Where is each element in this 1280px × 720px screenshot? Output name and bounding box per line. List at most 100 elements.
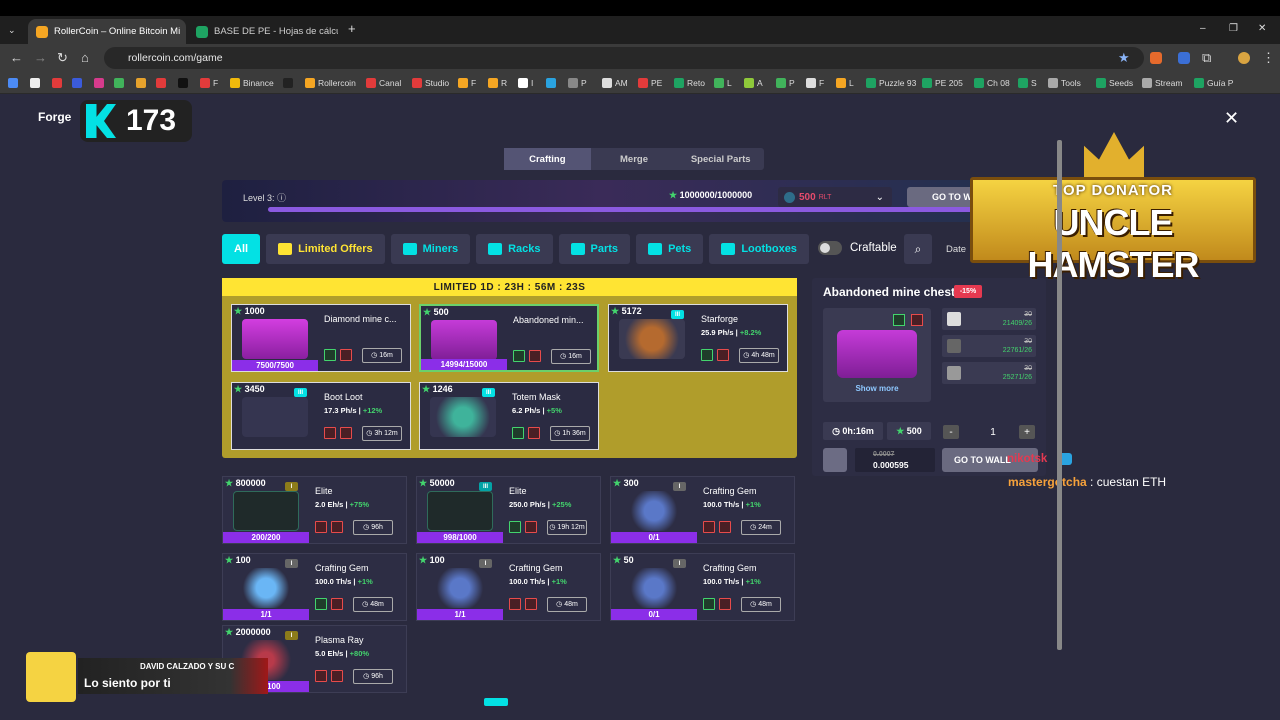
tier-badge: III xyxy=(671,310,684,319)
bookmark-item[interactable] xyxy=(156,76,169,90)
tab-sheets[interactable]: BASE DE PE - Hojas de cálculo ✕ xyxy=(188,19,338,44)
limited-card[interactable]: ★ 1000 7500/7500 Diamond mine c... ◷ 16m xyxy=(231,304,411,372)
bookmark-item[interactable]: Reto xyxy=(674,76,705,90)
bookmark-item[interactable] xyxy=(136,76,149,90)
quantity-input[interactable]: 1 xyxy=(963,424,1023,440)
bookmark-item[interactable]: A xyxy=(744,76,763,90)
close-icon[interactable]: ✕ xyxy=(1224,108,1239,129)
rlt-selector[interactable]: 500 RLT ⌄ xyxy=(778,187,892,207)
home-icon[interactable]: ⌂ xyxy=(81,51,89,65)
bookmark-item[interactable] xyxy=(8,76,21,90)
url-field[interactable]: rollercoin.com/game xyxy=(104,47,1144,69)
filter-all[interactable]: All xyxy=(222,234,261,264)
item-card[interactable]: I ★ 100 1/1 Crafting Gem 100.0 Th/s | +1… xyxy=(222,553,407,621)
bookmark-folder[interactable]: Tools xyxy=(1048,76,1081,90)
tab-rollercoin[interactable]: RollerCoin – Online Bitcoin Mi ✕ xyxy=(28,19,186,44)
bookmark-item[interactable]: PE xyxy=(638,76,662,90)
bookmark-item[interactable] xyxy=(30,76,43,90)
item-card[interactable]: I ★ 50 0/1 Crafting Gem 100.0 Th/s | +1%… xyxy=(610,553,795,621)
required-part: 30 22761/26 xyxy=(942,335,1036,357)
increase-button[interactable]: + xyxy=(1019,425,1035,439)
show-more-link[interactable]: Show more xyxy=(823,384,931,393)
back-icon[interactable]: ← xyxy=(10,51,23,65)
bookmark-item[interactable] xyxy=(114,76,127,90)
bookmark-item[interactable]: Binance xyxy=(230,76,274,90)
menu-dots-icon[interactable]: ⋮ xyxy=(1262,51,1275,65)
extensions-puzzle-icon[interactable]: ⧉ xyxy=(1202,51,1211,65)
window-close-icon[interactable]: ✕ xyxy=(1258,22,1266,36)
craftable-toggle[interactable]: Craftable xyxy=(818,241,897,255)
bookmark-item[interactable]: R xyxy=(488,76,507,90)
toggle-switch[interactable] xyxy=(818,241,842,255)
filter-racks[interactable]: Racks xyxy=(476,234,553,264)
bookmark-folder[interactable]: Stream xyxy=(1142,76,1182,90)
bookmark-item[interactable]: L xyxy=(836,76,854,90)
clock-icon: ◷ xyxy=(549,524,556,531)
bookmark-item[interactable]: Ch 08 xyxy=(974,76,1010,90)
item-card[interactable]: I ★ 800000 200/200 Elite 2.0 Eh/s | +75%… xyxy=(222,476,407,544)
bookmark-item[interactable]: F xyxy=(806,76,824,90)
bookmark-item[interactable]: I xyxy=(518,76,533,90)
item-card[interactable]: I ★ 100 1/1 Crafting Gem 100.0 Th/s | +1… xyxy=(416,553,601,621)
bookmark-star-icon[interactable]: ★ xyxy=(1118,51,1130,65)
tier-badge: I xyxy=(673,559,686,568)
rack-icon xyxy=(513,350,525,362)
profile-avatar[interactable] xyxy=(1238,52,1250,64)
tab-crafting[interactable]: Crafting xyxy=(504,148,591,170)
limited-card-selected[interactable]: ★ 500 14994/15000 Abandoned min... ◷ 16m xyxy=(419,304,599,372)
extension-icon[interactable] xyxy=(1150,52,1162,64)
bookmark-item[interactable]: L xyxy=(714,76,732,90)
filter-pets[interactable]: Pets xyxy=(636,234,704,264)
info-icon[interactable]: ⓘ xyxy=(277,193,286,203)
clock-icon: ◷ xyxy=(560,353,567,360)
bookmark-item[interactable]: Studio xyxy=(412,76,449,90)
bookmark-item[interactable]: Seeds xyxy=(1096,76,1133,90)
reload-icon[interactable]: ↻ xyxy=(57,51,68,65)
bookmark-item[interactable]: F xyxy=(200,76,218,90)
bookmark-item[interactable]: Guía P xyxy=(1194,76,1233,90)
extension-icon[interactable] xyxy=(1178,52,1190,64)
bookmark-item[interactable] xyxy=(94,76,107,90)
item-card[interactable]: III ★ 50000 998/1000 Elite 250.0 Ph/s | … xyxy=(416,476,601,544)
craft-time: ◷ 96h xyxy=(353,669,393,684)
restore-icon[interactable]: ❐ xyxy=(1229,22,1238,36)
filter-limited-offers[interactable]: Limited Offers xyxy=(266,234,385,264)
bookmark-item[interactable] xyxy=(52,76,65,90)
filter-miners[interactable]: Miners xyxy=(390,234,471,264)
limited-card[interactable]: III ★ 3450 Boot Loot 17.3 Ph/s | +12% ◷ 3… xyxy=(231,382,411,450)
bookmark-item[interactable] xyxy=(178,76,191,90)
tab-special-parts[interactable]: Special Parts xyxy=(677,148,764,170)
minimize-icon[interactable]: – xyxy=(1200,22,1206,36)
sort-date-button[interactable]: Date xyxy=(946,234,970,264)
decrease-button[interactable]: - xyxy=(943,425,959,439)
limited-card[interactable]: III ★ 5172 Starforge 25.9 Ph/s | +8.2% ◷… xyxy=(608,304,788,372)
bookmark-item[interactable]: Puzzle 93 xyxy=(866,76,916,90)
bookmark-item[interactable]: Canal xyxy=(366,76,401,90)
bookmark-item[interactable] xyxy=(283,76,296,90)
close-tab-icon[interactable]: ✕ xyxy=(180,25,186,38)
card-icons xyxy=(703,598,731,610)
bookmark-item[interactable]: F xyxy=(458,76,476,90)
filter-lootboxes[interactable]: Lootboxes xyxy=(709,234,809,264)
bookmark-item[interactable]: Rollercoin xyxy=(305,76,356,90)
bookmark-item[interactable]: P xyxy=(568,76,587,90)
bookmark-item[interactable]: PE 205 xyxy=(922,76,963,90)
bookmark-item[interactable]: S xyxy=(1018,76,1037,90)
tab-search-icon[interactable]: ⌄ xyxy=(8,23,16,37)
rack-icon xyxy=(315,670,327,682)
filter-parts[interactable]: Parts xyxy=(558,234,631,264)
scrollbar[interactable] xyxy=(1057,140,1062,650)
forward-icon[interactable]: → xyxy=(34,51,47,65)
bookmark-item[interactable] xyxy=(546,76,559,90)
bookmark-item[interactable] xyxy=(72,76,85,90)
part-icon xyxy=(525,598,537,610)
tab-merge[interactable]: Merge xyxy=(591,148,678,170)
new-tab-icon[interactable]: + xyxy=(348,22,356,36)
limited-card[interactable]: III ★ 1246 Totem Mask 6.2 Ph/s | +5% ◷ 1h… xyxy=(419,382,599,450)
bookmark-item[interactable]: P xyxy=(776,76,795,90)
discount-badge: -15% xyxy=(954,285,982,298)
search-icon[interactable]: ⌕ xyxy=(904,234,932,264)
pagination-active[interactable] xyxy=(484,698,508,706)
bookmark-item[interactable]: AM xyxy=(602,76,628,90)
item-card[interactable]: I ★ 300 0/1 Crafting Gem 100.0 Th/s | +1… xyxy=(610,476,795,544)
